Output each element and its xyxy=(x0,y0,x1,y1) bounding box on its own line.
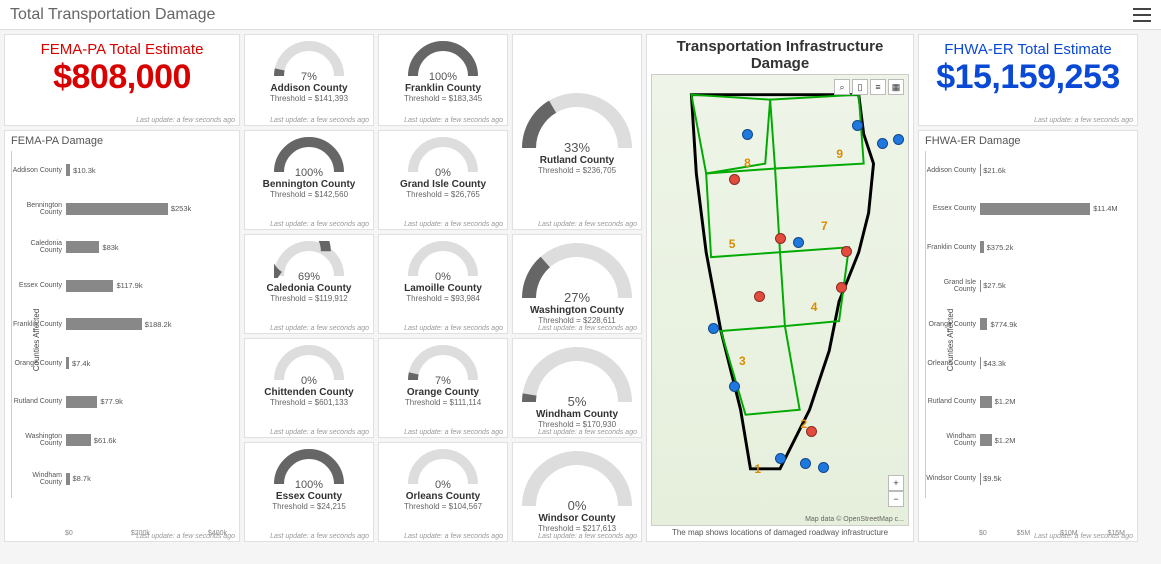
bar-row: Windsor County$9.5k xyxy=(980,470,1125,488)
zoom-control: + − xyxy=(888,475,904,507)
bar-container: Addison County$21.6k Essex County$11.4M Fr… xyxy=(925,151,1131,498)
fhwa-damage-chart: FHWA-ER Damage Counties Affected Addison… xyxy=(918,130,1138,542)
gauge-chittenden: 0% Chittenden CountyThreshold = $601,133… xyxy=(244,338,374,438)
gauge-windham: 5% Windham CountyThreshold = $170,930 La… xyxy=(512,338,642,438)
fhwa-est-title: FHWA-ER Total Estimate xyxy=(925,41,1131,58)
gauge-addison: 7% Addison CountyThreshold = $141,393 La… xyxy=(244,34,374,126)
bar-row: Essex County$11.4M xyxy=(980,200,1125,218)
state-outline xyxy=(652,75,908,489)
map-card: Transportation Infrastructure Damage ⌕ ▯… xyxy=(646,34,914,542)
gauge-orleans: 0% Orleans CountyThreshold = $104,567 La… xyxy=(378,442,508,542)
page-title: Total Transportation Damage xyxy=(10,6,215,24)
bar-row: Bennington County$253k xyxy=(66,200,227,218)
bar-row: Orleans County$43.3k xyxy=(980,354,1125,372)
bar-row: Addison County$21.6k xyxy=(980,161,1125,179)
gauge-orange: 7% Orange CountyThreshold = $111,114 Las… xyxy=(378,338,508,438)
legend-icon[interactable]: ▦ xyxy=(888,79,904,95)
fhwa-total-card: FHWA-ER Total Estimate $15,159,253 Last … xyxy=(918,34,1138,126)
bar-row: Franklin County$188.2k xyxy=(66,315,227,333)
last-update-text: Last update: a few seconds ago xyxy=(1034,533,1133,540)
map-attribution: Map data © OpenStreetMap c... xyxy=(805,516,904,523)
gauge-grand-isle: 0% Grand Isle CountyThreshold = $26,765 … xyxy=(378,130,508,230)
chart-title: FHWA-ER Damage xyxy=(925,135,1131,147)
bar-row: Rutland County$1.2M xyxy=(980,393,1125,411)
bar-row: Orange County$7.4k xyxy=(66,354,227,372)
bar-row: Windham County$8.7k xyxy=(66,470,227,488)
bar-row: Rutland County$77.9k xyxy=(66,393,227,411)
gauge-franklin: 100% Franklin CountyThreshold = $183,345… xyxy=(378,34,508,126)
bar-row: Caledonia County$83k xyxy=(66,238,227,256)
gauge-washington: 27% Washington CountyThreshold = $228,61… xyxy=(512,234,642,334)
map-caption: The map shows locations of damaged roadw… xyxy=(651,528,909,537)
fema-damage-chart: FEMA-PA Damage Counties Affected Addison… xyxy=(4,130,240,542)
bar-row: Windham County$1.2M xyxy=(980,431,1125,449)
map-toolbar: ⌕ ▯ ≡ ▦ xyxy=(834,79,904,95)
zoom-out-button[interactable]: − xyxy=(888,491,904,507)
gauge-windsor: 0% Windsor CountyThreshold = $217,613 La… xyxy=(512,442,642,542)
fema-est-title: FEMA-PA Total Estimate xyxy=(11,41,233,58)
zoom-in-button[interactable]: + xyxy=(888,475,904,491)
bar-container: Addison County$10.3k Bennington County$25… xyxy=(11,151,233,498)
last-update-text: Last update: a few seconds ago xyxy=(136,533,235,540)
bookmark-icon[interactable]: ▯ xyxy=(852,79,868,95)
fhwa-est-value: $15,159,253 xyxy=(925,58,1131,97)
fema-total-card: FEMA-PA Total Estimate $808,000 Last upd… xyxy=(4,34,240,126)
bar-row: Franklin County$375.2k xyxy=(980,238,1125,256)
gauge-rutland: 33% Rutland CountyThreshold = $236,705 L… xyxy=(512,34,642,230)
layers-icon[interactable]: ≡ xyxy=(870,79,886,95)
gauge-bennington: 100% Bennington CountyThreshold = $142,5… xyxy=(244,130,374,230)
last-update-text: Last update: a few seconds ago xyxy=(1034,117,1133,124)
map-title: Transportation Infrastructure Damage xyxy=(651,39,909,72)
chart-title: FEMA-PA Damage xyxy=(11,135,233,147)
dashboard-grid: FEMA-PA Total Estimate $808,000 Last upd… xyxy=(0,30,1161,564)
fema-est-value: $808,000 xyxy=(11,58,233,97)
bar-row: Essex County$117.9k xyxy=(66,277,227,295)
bar-row: Grand Isle County$27.5k xyxy=(980,277,1125,295)
bar-row: Orange County$774.9k xyxy=(980,315,1125,333)
map-canvas[interactable]: ⌕ ▯ ≡ ▦ + − xyxy=(651,74,909,526)
last-update-text: Last update: a few seconds ago xyxy=(136,117,235,124)
bar-row: Washington County$61.6k xyxy=(66,431,227,449)
bar-row: Addison County$10.3k xyxy=(66,161,227,179)
menu-icon[interactable] xyxy=(1133,8,1151,22)
search-icon[interactable]: ⌕ xyxy=(834,79,850,95)
gauge-caledonia: 69% Caledonia CountyThreshold = $119,912… xyxy=(244,234,374,334)
app-header: Total Transportation Damage xyxy=(0,0,1161,30)
gauge-lamoille: 0% Lamoille CountyThreshold = $93,984 La… xyxy=(378,234,508,334)
gauge-essex: 100% Essex CountyThreshold = $24,215 Las… xyxy=(244,442,374,542)
